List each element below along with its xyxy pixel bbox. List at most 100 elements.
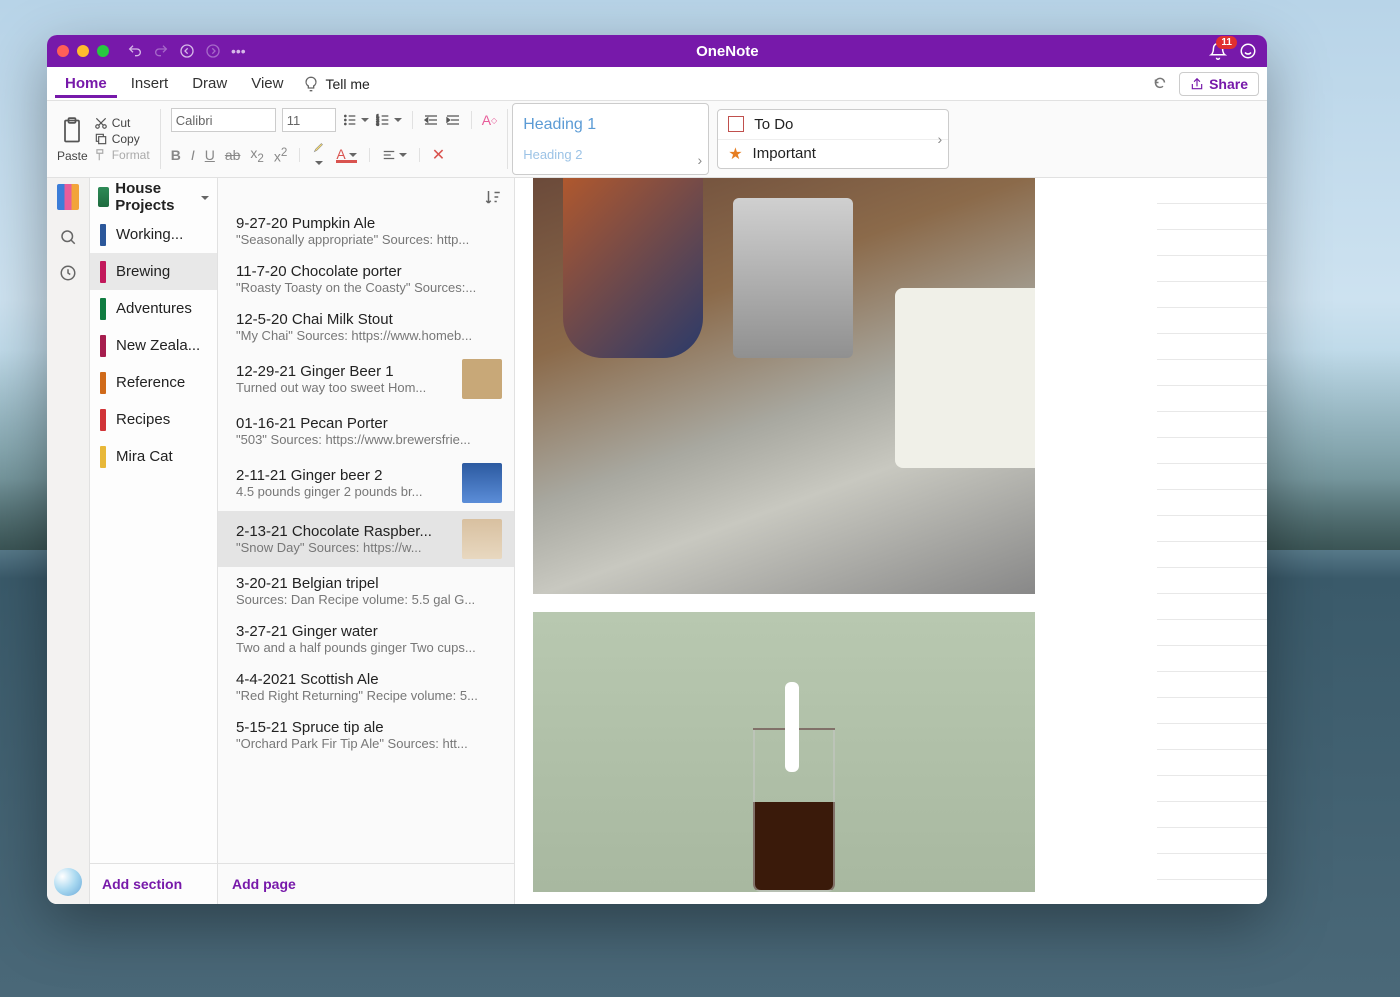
ruled-margin [1157,178,1267,904]
font-family-select[interactable] [171,108,276,132]
tag-important[interactable]: ★Important [718,139,948,169]
window-controls [57,45,109,57]
bold-button[interactable]: B [171,147,181,163]
page-item[interactable]: 3-20-21 Belgian tripelSources: Dan Recip… [218,567,514,615]
section-label: Recipes [116,411,170,428]
notebook-picker[interactable]: House Projects [90,178,217,216]
highlight-button[interactable] [312,140,326,170]
section-item[interactable]: Adventures [90,290,217,327]
section-item[interactable]: Recipes [90,401,217,438]
notifications-button[interactable]: 11 [1209,42,1227,60]
tell-me-label: Tell me [325,76,369,92]
section-item[interactable]: Working... [90,216,217,253]
section-label: Mira Cat [116,448,173,465]
page-thumbnail [462,519,502,559]
page-title: 2-11-21 Ginger beer 2 [236,467,454,484]
checkbox-icon [728,116,744,132]
recent-icon[interactable] [59,264,77,282]
italic-button[interactable]: I [191,147,195,163]
font-size-select[interactable] [282,108,336,132]
strikethrough-button[interactable]: ab [225,147,241,163]
tag-todo[interactable]: To Do [718,110,948,139]
sort-pages-button[interactable] [484,188,502,206]
tell-me[interactable]: Tell me [303,76,369,92]
page-title: 9-27-20 Pumpkin Ale [236,217,502,232]
more-icon[interactable]: ••• [231,43,246,59]
bullets-button[interactable] [342,112,369,128]
notebook-icon [98,187,109,207]
section-color-tab [100,372,106,394]
titlebar: ••• OneNote 11 [47,35,1267,67]
page-item[interactable]: 3-27-21 Ginger waterTwo and a half pound… [218,615,514,663]
page-item[interactable]: 11-7-20 Chocolate porter"Roasty Toasty o… [218,255,514,303]
notebook-name: House Projects [115,180,192,214]
format-painter-button[interactable]: Format [94,148,150,162]
clear-formatting-button[interactable]: A◇ [482,112,498,128]
subscript-button[interactable]: x2 [250,145,263,165]
section-item[interactable]: New Zeala... [90,327,217,364]
close-window-button[interactable] [57,45,69,57]
tab-draw[interactable]: Draw [182,69,237,98]
underline-button[interactable]: U [205,147,215,163]
page-item[interactable]: 9-27-20 Pumpkin Ale"Seasonally appropria… [218,217,514,255]
app-window: ••• OneNote 11 Home Insert Draw View Tel… [47,35,1267,904]
note-canvas[interactable] [515,178,1267,904]
undo-icon[interactable] [127,43,143,59]
app-title: OneNote [246,43,1209,60]
styles-gallery[interactable]: Heading 1 Heading 2 [512,103,709,175]
page-title: 12-5-20 Chai Milk Stout [236,311,502,328]
page-preview: "Seasonally appropriate" Sources: http..… [236,232,502,247]
page-item[interactable]: 4-4-2021 Scottish Ale"Red Right Returnin… [218,663,514,711]
cut-button[interactable]: Cut [94,116,150,130]
star-icon: ★ [728,144,742,164]
delete-button[interactable]: ✕ [432,145,445,165]
feedback-icon[interactable] [1239,42,1257,60]
search-icon[interactable] [59,228,77,246]
copy-button[interactable]: Copy [94,132,150,146]
add-section-button[interactable]: Add section [90,863,217,904]
numbering-button[interactable]: 123 [375,112,402,128]
tags-gallery[interactable]: To Do ★Important [717,109,949,169]
align-button[interactable] [382,148,407,162]
page-title: 2-13-21 Chocolate Raspber... [236,523,454,540]
notebooks-icon[interactable] [57,184,79,210]
section-label: New Zeala... [116,337,200,354]
share-button[interactable]: Share [1179,72,1259,96]
tab-home[interactable]: Home [55,69,117,98]
heading2-style[interactable]: Heading 2 [523,147,698,162]
page-preview: Two and a half pounds ginger Two cups... [236,640,502,655]
paste-label: Paste [57,149,88,163]
back-icon[interactable] [179,43,195,59]
section-item[interactable]: Brewing [90,253,217,290]
section-label: Reference [116,374,185,391]
page-thumbnail [462,359,502,399]
font-color-button[interactable]: A [336,148,356,163]
section-item[interactable]: Mira Cat [90,438,217,475]
paste-button[interactable]: Paste [57,115,88,163]
indent-button[interactable] [445,112,461,128]
tab-view[interactable]: View [241,69,293,98]
page-item[interactable]: 12-5-20 Chai Milk Stout"My Chai" Sources… [218,303,514,351]
redo-icon[interactable] [153,43,169,59]
share-label: Share [1209,76,1248,92]
page-item[interactable]: 12-29-21 Ginger Beer 1Turned out way too… [218,351,514,407]
tab-insert[interactable]: Insert [121,69,179,98]
page-preview: "Snow Day" Sources: https://w... [236,540,454,555]
account-avatar[interactable] [54,868,82,896]
forward-icon[interactable] [205,43,221,59]
page-item[interactable]: 01-16-21 Pecan Porter"503" Sources: http… [218,407,514,455]
superscript-button[interactable]: x2 [274,146,287,165]
page-item[interactable]: 2-11-21 Ginger beer 24.5 pounds ginger 2… [218,455,514,511]
minimize-window-button[interactable] [77,45,89,57]
zoom-window-button[interactable] [97,45,109,57]
sync-icon[interactable] [1151,75,1169,93]
page-item[interactable]: 5-15-21 Spruce tip ale"Orchard Park Fir … [218,711,514,759]
section-color-tab [100,335,106,357]
outdent-button[interactable] [423,112,439,128]
page-title: 11-7-20 Chocolate porter [236,263,502,280]
add-page-button[interactable]: Add page [218,863,514,904]
page-item[interactable]: 2-13-21 Chocolate Raspber..."Snow Day" S… [218,511,514,567]
heading1-style[interactable]: Heading 1 [523,116,698,134]
section-item[interactable]: Reference [90,364,217,401]
section-label: Working... [116,226,183,243]
